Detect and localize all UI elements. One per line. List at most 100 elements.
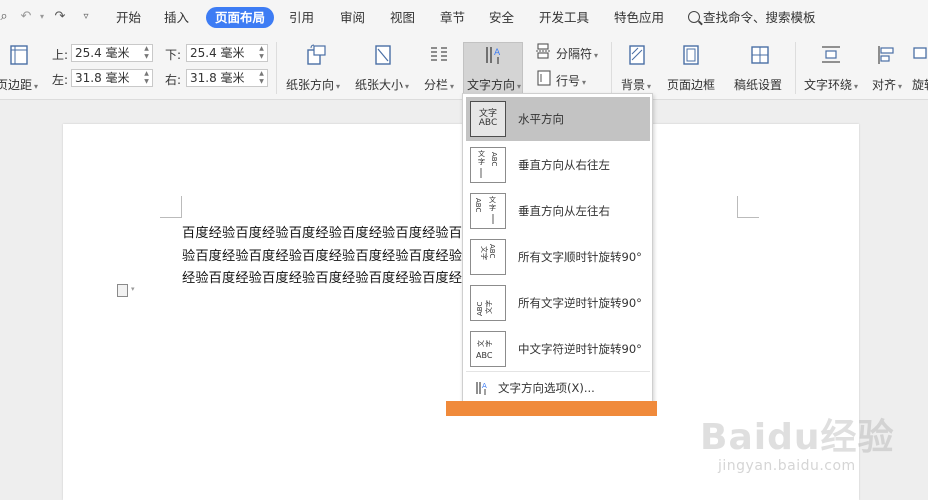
option-vertical-rtl[interactable]: ABC 文 字 垂直方向从右往左	[466, 143, 650, 187]
line-numbers-button[interactable]: 行号 ▾	[556, 72, 586, 89]
baidu-watermark-logo: Baidu经验	[700, 417, 895, 458]
spinner-arrows-icon[interactable]: ▲ ▼	[258, 70, 265, 86]
orientation-label: 纸张方向	[286, 78, 335, 92]
margins-label: 页边距	[0, 78, 33, 92]
columns-label: 分栏	[424, 78, 449, 92]
svg-text:字: 字	[484, 340, 493, 347]
orientation-button[interactable]: 纸张方向 ▾	[286, 76, 340, 93]
ribbon-divider	[795, 42, 796, 94]
manuscript-icon[interactable]	[749, 44, 771, 66]
svg-text:A: A	[494, 48, 501, 58]
spinner-arrows-icon[interactable]: ▲ ▼	[143, 45, 150, 61]
orientation-icon[interactable]	[305, 44, 327, 66]
option-label: 垂直方向从右往左	[518, 158, 610, 172]
option-vertical-ltr[interactable]: ABC 文 字 垂直方向从左往右	[466, 189, 650, 233]
chevron-down-icon: ▾	[594, 51, 599, 60]
paragraph-layout-icon[interactable]	[117, 284, 128, 297]
tab-insert[interactable]: 插入	[164, 7, 189, 28]
spinner-arrows-icon[interactable]: ▲ ▼	[258, 45, 265, 61]
breaks-icon[interactable]	[536, 43, 552, 59]
columns-button[interactable]: 分栏 ▾	[424, 76, 454, 93]
redo-icon[interactable]: ↷	[52, 9, 68, 25]
document-text-line[interactable]: 百度经验百度经验百度经验百度经验百度经验百度经验百度经验百度经验百度经	[182, 222, 738, 241]
bottom-margin-value: 25.4 毫米	[190, 46, 245, 60]
breaks-button[interactable]: 分隔符 ▾	[556, 45, 598, 62]
margins-button[interactable]: 页边距 ▾	[0, 76, 38, 93]
tab-chapter[interactable]: 章节	[440, 7, 465, 28]
manuscript-label: 稿纸设置	[734, 78, 783, 92]
chevron-down-icon: ▾	[517, 82, 522, 91]
document-text-line[interactable]: 验百度经验百度经验百度经验百度经验百度经验百度经验百度经验百度经验百度	[182, 245, 738, 264]
line-numbers-icon[interactable]	[536, 70, 552, 86]
option-cjk-rotate-ccw-90[interactable]: 文 字 ABC 中文字符逆时针旋转90°	[466, 327, 650, 371]
bottom-margin-input[interactable]: 25.4 毫米 ▲ ▼	[186, 44, 268, 62]
page-border-button[interactable]: 页面边框	[667, 76, 715, 93]
text-direction-icon: A	[486, 47, 501, 64]
right-margin-input[interactable]: 31.8 毫米 ▲ ▼	[186, 69, 268, 87]
background-icon[interactable]	[626, 44, 648, 66]
columns-icon[interactable]	[428, 44, 450, 66]
paper-size-button[interactable]: 纸张大小 ▾	[355, 76, 409, 93]
svg-text:文: 文	[476, 340, 485, 347]
page-border-icon[interactable]	[680, 44, 702, 66]
menu-bar: ⌕ ↶ ▾ ↷ ▿ 开始 插入 页面布局 引用 审阅 视图 章节 安全 开发工具…	[0, 0, 928, 36]
highlight-annotation-bar	[446, 401, 657, 416]
chevron-down-icon: ▾	[405, 82, 410, 91]
baidu-watermark-url: jingyan.baidu.com	[718, 458, 856, 474]
bottom-margin-label: 下:	[165, 48, 182, 62]
undo-icon[interactable]: ↶	[18, 9, 34, 25]
tab-page-layout[interactable]: 页面布局	[206, 7, 275, 28]
undo-dropdown-icon[interactable]: ▾	[34, 9, 50, 25]
svg-text:ABC: ABC	[490, 152, 498, 166]
rotate-icon[interactable]	[912, 44, 928, 66]
chevron-down-icon: ▾	[854, 82, 859, 91]
command-search-label: 查找命令、搜索模板	[703, 10, 816, 25]
text-wrap-button[interactable]: 文字环绕 ▾	[804, 76, 858, 93]
search-doc-icon[interactable]: ⌕	[0, 9, 12, 25]
tab-references[interactable]: 引用	[289, 7, 314, 28]
tab-special-apps[interactable]: 特色应用	[614, 7, 664, 28]
option-horizontal[interactable]: 文字 ABC 水平方向	[466, 97, 650, 141]
tab-developer[interactable]: 开发工具	[539, 7, 589, 28]
left-margin-input[interactable]: 31.8 毫米 ▲ ▼	[71, 69, 153, 87]
paper-size-label: 纸张大小	[355, 78, 404, 92]
background-label: 背景	[621, 78, 646, 92]
command-search[interactable]: 查找命令、搜索模板	[688, 7, 816, 28]
quick-access-dropdown-icon[interactable]: ▿	[78, 9, 94, 25]
spinner-arrows-icon[interactable]: ▲ ▼	[143, 70, 150, 86]
text-direction-options-icon: A	[476, 382, 487, 395]
tab-home[interactable]: 开始	[116, 7, 141, 28]
background-button[interactable]: 背景 ▾	[621, 76, 651, 93]
svg-text:ABC: ABC	[476, 351, 493, 360]
option-label: 所有文字顺时针旋转90°	[518, 250, 642, 264]
svg-text:文: 文	[478, 149, 485, 158]
tab-view[interactable]: 视图	[390, 7, 415, 28]
tab-review[interactable]: 审阅	[340, 7, 365, 28]
text-wrap-icon[interactable]	[820, 44, 842, 66]
chevron-down-icon: ▾	[34, 82, 39, 91]
option-rotate-cw-90[interactable]: ABC 文字 所有文字顺时针旋转90°	[466, 235, 650, 279]
chevron-down-icon: ▾	[582, 78, 587, 87]
align-button[interactable]: 对齐 ▾	[872, 76, 902, 93]
manuscript-button[interactable]: 稿纸设置	[734, 76, 782, 93]
text-direction-options-item[interactable]: A 文字方向选项(X)...	[466, 374, 650, 402]
svg-text:文字: 文字	[480, 246, 489, 260]
align-icon[interactable]	[876, 44, 898, 66]
rotate-button[interactable]: 旋转	[912, 76, 928, 93]
tab-security[interactable]: 安全	[489, 7, 514, 28]
breaks-label: 分隔符	[556, 47, 593, 61]
svg-text:A: A	[482, 382, 487, 390]
top-margin-input[interactable]: 25.4 毫米 ▲ ▼	[71, 44, 153, 62]
align-label: 对齐	[872, 78, 897, 92]
top-margin-label: 上:	[52, 48, 69, 62]
svg-text:文字: 文字	[484, 300, 493, 314]
document-text-line[interactable]: 经验百度经验百度经验百度经验百度经验百度经验百度经验百度经验。	[182, 267, 738, 286]
paper-size-icon[interactable]	[372, 44, 394, 66]
left-margin-label: 左:	[52, 73, 69, 87]
chevron-down-icon[interactable]: ▾	[131, 285, 135, 293]
search-icon	[688, 11, 700, 23]
option-rotate-ccw-90[interactable]: ABC 文字 所有文字逆时针旋转90°	[466, 281, 650, 325]
option-label: 水平方向	[518, 112, 564, 126]
rotate-counterclockwise-text-icon: ABC 文字	[470, 285, 506, 321]
margins-icon[interactable]	[8, 44, 30, 66]
